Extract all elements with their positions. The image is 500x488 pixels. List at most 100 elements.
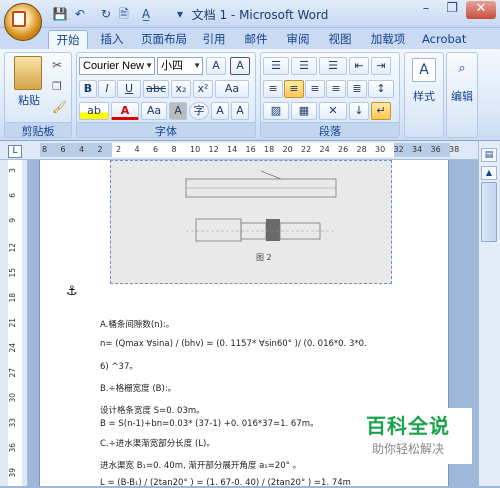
spelling-icon[interactable]: A̲: [138, 7, 154, 21]
show-marks-icon[interactable]: ↵: [371, 102, 391, 120]
binoculars-icon[interactable]: ⌕: [450, 58, 474, 82]
multilevel-list-icon[interactable]: ☰: [319, 57, 347, 75]
print-preview-icon[interactable]: 🖹: [116, 7, 132, 21]
decrease-indent-icon[interactable]: ⇤: [349, 57, 369, 75]
paste-icon[interactable]: [14, 56, 42, 90]
tab-references[interactable]: 引用: [196, 30, 232, 50]
clipboard-group-label: 剪贴板: [5, 122, 71, 138]
grow-font-button[interactable]: A: [206, 57, 226, 75]
align-left-icon[interactable]: ≡: [263, 80, 283, 98]
align-center-icon[interactable]: ≡: [284, 80, 304, 98]
ruler-tick-label: 6: [153, 145, 159, 154]
cut-icon[interactable]: ✂: [52, 58, 62, 72]
font-name-select[interactable]: Courier New ▼: [79, 57, 155, 75]
bullets-icon[interactable]: ☰: [263, 57, 289, 75]
italic-button[interactable]: I: [98, 80, 116, 98]
tab-home[interactable]: 开始: [48, 30, 88, 50]
vruler-tick-label: 30: [8, 393, 17, 403]
sort-icon[interactable]: ↓: [349, 102, 369, 120]
vruler-tick-label: 18: [8, 293, 17, 303]
styles-icon[interactable]: A: [412, 58, 436, 82]
ruler-tick-label: 10: [190, 145, 201, 154]
numbering-icon[interactable]: ☰: [291, 57, 317, 75]
vruler-tick-label: 27: [8, 368, 17, 378]
align-right-icon[interactable]: ≡: [305, 80, 325, 98]
font-color-button[interactable]: A: [111, 102, 139, 120]
format-painter-icon[interactable]: 🖌: [52, 100, 67, 114]
copy-icon[interactable]: ❐: [52, 80, 62, 93]
figure-image[interactable]: [110, 160, 392, 284]
vruler-tick-label: 24: [8, 343, 17, 353]
undo-icon[interactable]: ↶: [72, 7, 88, 21]
char-shading-button[interactable]: A: [169, 102, 187, 120]
tab-mailings[interactable]: 邮件: [238, 30, 274, 50]
doc-line: 进水渠宽 B₁=0. 40m, 渐开部分展开角度 a₁=20° 。: [100, 461, 302, 471]
chinese-layout-icon[interactable]: ✕: [319, 102, 347, 120]
redo-icon[interactable]: ↻: [98, 7, 114, 21]
scroll-up-icon[interactable]: ▲: [481, 166, 497, 180]
doc-line: C.÷进水渠渐宽部分长度 (L)。: [100, 439, 215, 449]
change-case-button[interactable]: Aa: [141, 102, 167, 120]
ruler-tick-label: 12: [208, 145, 219, 154]
close-button[interactable]: ✕: [466, 1, 496, 19]
subscript-button[interactable]: x₂: [171, 80, 191, 98]
superscript-button[interactable]: x²: [193, 80, 213, 98]
ruler-tick-label: 4: [79, 145, 85, 154]
ruler-tick-label: 28: [356, 145, 367, 154]
ruler-tick-label: 24: [319, 145, 330, 154]
doc-line: 设计格条宽度 S=0. 03m。: [100, 406, 205, 416]
ruler-tick-label: 38: [449, 145, 460, 154]
ruler-tick-label: 30: [375, 145, 386, 154]
minimize-button[interactable]: –: [414, 1, 438, 19]
ruler-toggle-icon[interactable]: ▤: [481, 148, 497, 162]
ruler-tick-label: 8: [42, 145, 48, 154]
borders-icon[interactable]: ▦: [291, 102, 317, 120]
bold-button[interactable]: B: [79, 80, 97, 98]
enclose-char-button[interactable]: 字: [189, 102, 209, 120]
shrink-font-button[interactable]: A: [231, 102, 249, 120]
restore-button[interactable]: ❐: [440, 1, 464, 19]
ruler-tick-label: 4: [134, 145, 140, 154]
char-border-button[interactable]: A: [230, 57, 250, 75]
tab-view[interactable]: 视图: [322, 30, 358, 50]
paragraph-group-label: 段落: [261, 122, 399, 138]
tab-acrobat[interactable]: Acrobat: [416, 30, 472, 50]
shading-icon[interactable]: ▨: [263, 102, 289, 120]
ruler-tick-label: 16: [245, 145, 256, 154]
underline-button[interactable]: U: [117, 80, 141, 98]
increase-indent-icon[interactable]: ⇥: [371, 57, 391, 75]
doc-line: n= (Qmax ∀sina) / (bhv) = (0. 1157* ∀sin…: [100, 339, 367, 349]
distributed-icon[interactable]: ≣: [347, 80, 367, 98]
office-logo-icon: [12, 11, 26, 27]
vruler-tick-label: 6: [8, 193, 17, 198]
editing-button[interactable]: 编辑: [446, 88, 478, 104]
watermark-title: 百科全说: [366, 414, 450, 438]
styles-button[interactable]: 样式: [404, 88, 444, 104]
save-icon[interactable]: 💾: [52, 7, 68, 21]
paste-label[interactable]: 粘贴: [12, 92, 46, 108]
tab-page-layout[interactable]: 页面布局: [134, 30, 194, 50]
tab-review[interactable]: 审阅: [280, 30, 316, 50]
ruler-tick-label: 22: [301, 145, 312, 154]
tab-addins[interactable]: 加载项: [364, 30, 412, 50]
justify-icon[interactable]: ≡: [326, 80, 346, 98]
ruler-tick-label: 2: [97, 145, 103, 154]
tab-insert[interactable]: 插入: [92, 30, 132, 50]
ruler-tick-label: 20: [282, 145, 293, 154]
vruler-tick-label: 36: [8, 443, 17, 453]
doc-line: B.÷格栅宽度 (B):。: [100, 384, 177, 394]
window-title: 文档 1 - Microsoft Word: [191, 8, 329, 22]
clear-format-button[interactable]: Aa: [215, 80, 249, 98]
line-spacing-icon[interactable]: ↕: [368, 80, 394, 98]
doc-line: L = (B-B₁) / (2tan20° ) = (1. 67-0. 40) …: [100, 478, 351, 488]
scroll-thumb[interactable]: [481, 182, 497, 242]
vruler-tick-label: 3: [8, 168, 17, 173]
ruler-tick-label: 32: [393, 145, 404, 154]
highlight-button[interactable]: ab: [79, 102, 109, 120]
strikethrough-button[interactable]: abc: [143, 80, 169, 98]
vruler-tick-label: 21: [8, 318, 17, 328]
ruler-tick-label: 18: [264, 145, 275, 154]
grow-font-button-2[interactable]: A: [211, 102, 229, 120]
font-size-select[interactable]: 小四 ▼: [157, 57, 203, 75]
anchor-icon: ⚓: [66, 284, 78, 299]
